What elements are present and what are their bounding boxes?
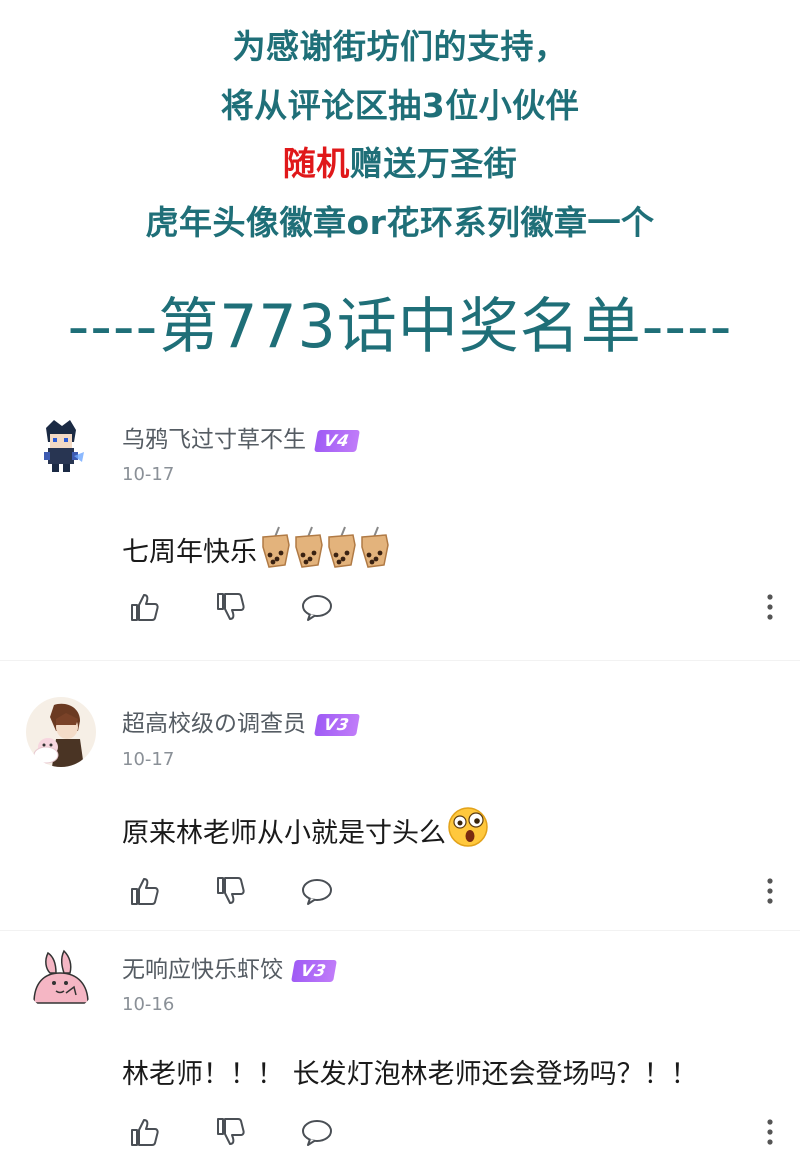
- thumbs-up-icon[interactable]: [128, 1115, 162, 1149]
- winner-list-title: ----第773话中奖名单----: [67, 292, 733, 362]
- banner-highlight: 随机: [282, 144, 350, 183]
- username[interactable]: 乌鸦飞过寸草不生 V4: [122, 420, 360, 454]
- more-vertical-icon[interactable]: [760, 1115, 780, 1149]
- more-vertical-icon[interactable]: [760, 590, 780, 624]
- thumbs-up-icon[interactable]: [128, 874, 162, 908]
- thumbs-up-icon[interactable]: [128, 590, 162, 624]
- username[interactable]: 无响应快乐虾饺 V3: [122, 950, 337, 984]
- banner-line-4: 虎年头像徽章or花环系列徽章一个: [145, 203, 655, 242]
- banner-line-1: 为感谢街坊们的支持，: [232, 27, 568, 66]
- avatar[interactable]: [26, 697, 96, 767]
- thumbs-down-icon[interactable]: [214, 1115, 248, 1149]
- level-badge: V3: [314, 713, 360, 736]
- speech-bubble-icon[interactable]: [300, 874, 334, 908]
- speech-bubble-icon[interactable]: [300, 1115, 334, 1149]
- banner-line-2: 将从评论区抽3位小伙伴: [220, 86, 580, 125]
- comment-actions: [128, 590, 334, 624]
- banner-line-3: 随机赠送万圣街: [0, 137, 800, 185]
- thumbs-down-icon[interactable]: [214, 590, 248, 624]
- speech-bubble-icon[interactable]: [300, 590, 334, 624]
- comment-date: 10-16: [122, 994, 175, 1015]
- thumbs-down-icon[interactable]: [214, 874, 248, 908]
- comment-date: 10-17: [122, 464, 175, 485]
- comment-actions: [128, 874, 334, 908]
- level-badge: V4: [314, 429, 360, 452]
- more-vertical-icon[interactable]: [760, 874, 780, 908]
- banner-line-3-rest: 赠送万圣街: [349, 144, 518, 183]
- avatar[interactable]: [26, 412, 96, 482]
- bubble-tea-icon: [257, 523, 393, 576]
- comment-date: 10-17: [122, 749, 175, 770]
- comment-text: 七周年快乐: [122, 523, 393, 576]
- comment-actions: [128, 1115, 334, 1149]
- level-badge: V3: [291, 959, 337, 982]
- shocked-face-icon: [446, 805, 490, 856]
- comment-text: 原来林老师从小就是寸头么: [122, 805, 490, 856]
- comment-text: 林老师！！！ 长发灯泡林老师还会登场吗？！！: [122, 1059, 698, 1090]
- comment-divider: [0, 930, 800, 931]
- avatar[interactable]: [26, 943, 96, 1013]
- comment-divider: [0, 660, 800, 661]
- username[interactable]: 超高校级の调查员 V3: [122, 704, 360, 738]
